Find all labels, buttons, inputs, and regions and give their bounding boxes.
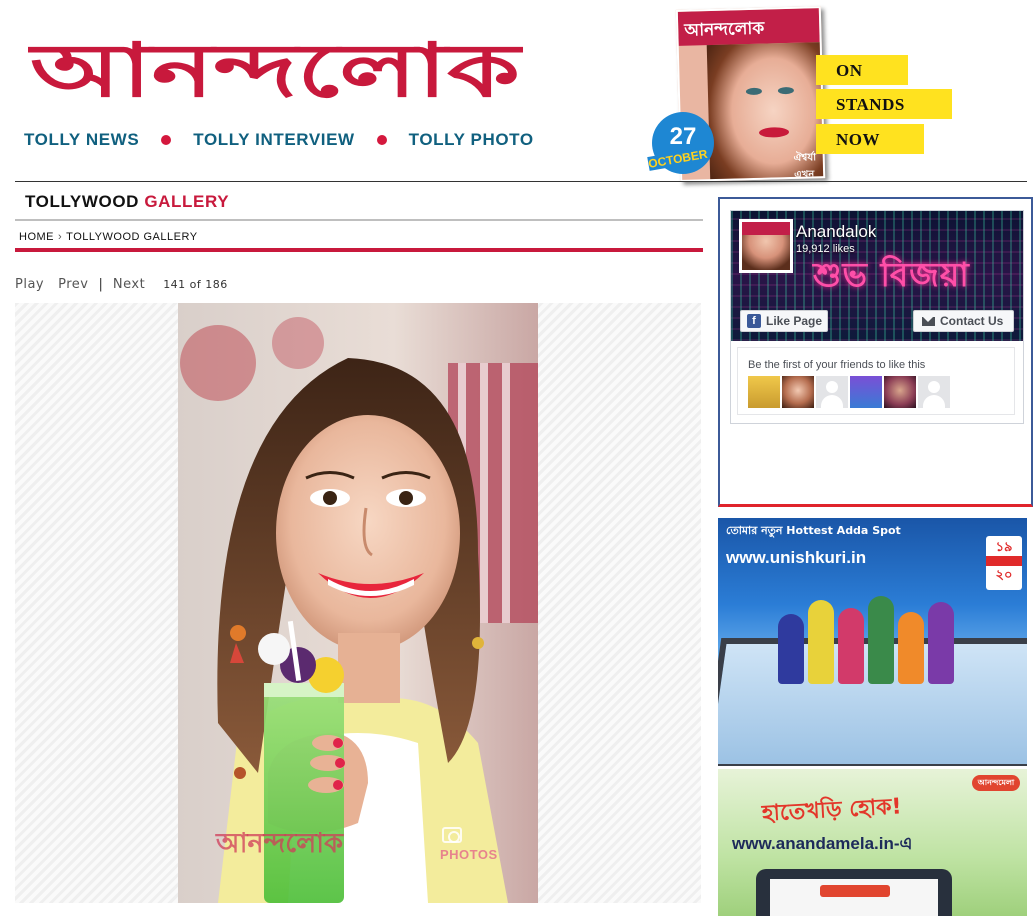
- breadcrumb: HOME › TOLLYWOOD GALLERY: [19, 231, 198, 243]
- ad-anandamela-headline: হাতেখড়ি হোক!: [761, 794, 903, 827]
- page-title: TOLLYWOOD GALLERY: [25, 192, 229, 212]
- issue-date-badge: 27 OCTOBER: [647, 112, 714, 174]
- camera-icon: [442, 827, 462, 843]
- breadcrumb-current[interactable]: TOLLYWOOD GALLERY: [66, 231, 197, 243]
- breadcrumb-divider: [15, 248, 703, 252]
- play-button[interactable]: Play: [15, 277, 44, 292]
- ad-anandamela-tablet-graphic: [756, 869, 952, 916]
- facebook-friend-avatars: [748, 376, 952, 408]
- facebook-icon: f: [747, 314, 761, 328]
- ad-unishkuri-people-graphic: [778, 594, 968, 684]
- issue-day: 27: [669, 123, 697, 150]
- site-logo-text: আনন্দলোক: [28, 28, 523, 114]
- ad-unishkuri-badge-top: ১৯: [995, 539, 1013, 554]
- photo-watermark-sub: PHOTOS: [440, 847, 498, 862]
- ad-anandamela-url: www.anandamela.in-এ: [732, 834, 913, 853]
- next-button[interactable]: Next: [113, 277, 145, 292]
- facebook-friends-panel: Be the first of your friends to like thi…: [737, 347, 1015, 415]
- magazine-promo[interactable]: আনন্দলোক ঐশ্বর্যা এখন 27 OCTOBER ON STAN…: [647, 4, 958, 182]
- ad-unishkuri-badge-divider: [986, 556, 1022, 566]
- friend-avatar-placeholder-icon[interactable]: [816, 376, 848, 408]
- on-stands-line-3: NOW: [816, 124, 924, 154]
- gallery-photo[interactable]: আনন্দলোক PHOTOS: [178, 303, 538, 903]
- ad-unishkuri-url: www.unishkuri.in: [726, 548, 867, 567]
- facebook-page-plugin[interactable]: শুভ বিজয়া Anandalok 19,912 likes f Like…: [730, 210, 1024, 424]
- header-divider: [15, 181, 1027, 182]
- page-title-main: TOLLYWOOD: [25, 192, 140, 211]
- ad-unishkuri-badge-bottom: ২০: [995, 567, 1013, 582]
- facebook-friends-text: Be the first of your friends to like thi…: [748, 359, 926, 371]
- ad-unishkuri-headline: তোমার নতুন Hottest Adda Spot: [726, 524, 901, 537]
- facebook-page-name[interactable]: Anandalok: [796, 222, 876, 242]
- ad-unishkuri-badge: ১৯ ২০: [986, 536, 1022, 590]
- facebook-like-page-button[interactable]: f Like Page: [740, 310, 828, 332]
- site-logo[interactable]: আনন্দলোক: [26, 26, 524, 114]
- friend-avatar[interactable]: [884, 376, 916, 408]
- title-divider: [15, 219, 703, 221]
- ad-anandamela-logo: আনন্দমেলা: [972, 775, 1020, 791]
- site-logo-graphic: আনন্দলোক: [26, 28, 523, 114]
- nav-tolly-interview[interactable]: TOLLY INTERVIEW: [193, 130, 354, 150]
- on-stands-line-1: ON: [816, 55, 908, 85]
- friend-avatar[interactable]: [782, 376, 814, 408]
- facebook-page-avatar[interactable]: [739, 219, 793, 273]
- gallery-pager: Play Prev | Next 141 of 186: [15, 277, 228, 292]
- nav-tolly-news[interactable]: TOLLY NEWS: [24, 130, 139, 150]
- prev-button[interactable]: Prev: [58, 277, 88, 292]
- facebook-cover-greeting: শুভ বিজয়া: [813, 255, 970, 294]
- photo-counter: 141 of 186: [163, 278, 228, 291]
- facebook-like-count: 19,912 likes: [796, 243, 855, 255]
- photo-watermark: আনন্দলোক: [216, 828, 343, 859]
- cover-title: আনন্দলোক: [684, 18, 765, 41]
- nav-separator-dot: [376, 135, 387, 145]
- ad-unishkuri-banner[interactable]: তোমার নতুন Hottest Adda Spot www.unishku…: [718, 518, 1027, 766]
- ad-anandamela-tablet-screen: [770, 879, 938, 916]
- friend-avatar[interactable]: [850, 376, 882, 408]
- gallery-photo-stage: আনন্দলোক PHOTOS: [15, 303, 701, 903]
- friend-avatar[interactable]: [748, 376, 780, 408]
- contact-us-label: Contact Us: [940, 314, 1004, 328]
- page-title-accent: GALLERY: [144, 192, 230, 211]
- facebook-contact-button[interactable]: Contact Us: [913, 310, 1014, 332]
- friend-avatar-placeholder-icon[interactable]: [918, 376, 950, 408]
- on-stands-line-2: STANDS: [816, 89, 952, 119]
- nav-tolly-photo[interactable]: TOLLY PHOTO: [409, 130, 534, 150]
- issue-month: OCTOBER: [647, 146, 709, 171]
- like-page-label: Like Page: [766, 314, 823, 328]
- facebook-widget: শুভ বিজয়া Anandalok 19,912 likes f Like…: [718, 197, 1033, 507]
- ad-anandamela-banner[interactable]: আনন্দমেলা হাতেখড়ি হোক! www.anandamela.i…: [718, 769, 1027, 916]
- nav-separator-dot: [161, 135, 172, 145]
- facebook-cover: শুভ বিজয়া Anandalok 19,912 likes f Like…: [731, 211, 1023, 341]
- top-navigation: TOLLY NEWS TOLLY INTERVIEW TOLLY PHOTO: [24, 130, 534, 150]
- breadcrumb-home[interactable]: HOME: [19, 231, 54, 243]
- cover-masthead: আনন্দলোক: [677, 8, 820, 46]
- gallery-photo-image: [178, 303, 538, 903]
- pager-divider: |: [98, 277, 103, 292]
- envelope-icon: [922, 316, 935, 326]
- cover-tagline: ঐশ্বর্যা এখন: [793, 152, 817, 181]
- breadcrumb-chevron-icon: ›: [58, 231, 63, 243]
